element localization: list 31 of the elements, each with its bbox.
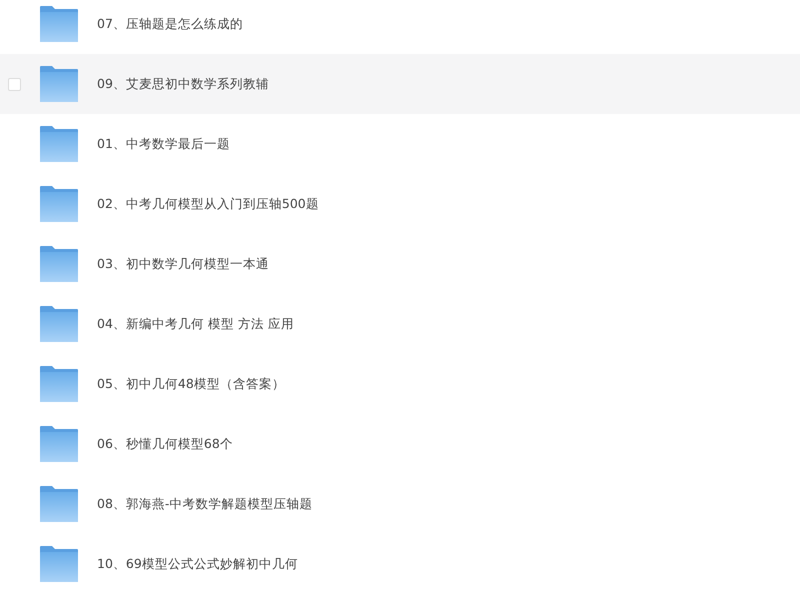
folder-name[interactable]: 05、初中几何48模型（含答案） <box>97 376 285 392</box>
folder-icon <box>40 66 78 102</box>
folder-icon <box>40 366 78 402</box>
folder-name[interactable]: 08、郭海燕-中考数学解题模型压轴题 <box>97 496 312 512</box>
folder-icon <box>40 186 78 222</box>
folder-icon <box>40 426 78 462</box>
folder-name[interactable]: 06、秒懂几何模型68个 <box>97 436 233 452</box>
folder-row[interactable]: 10、69模型公式公式妙解初中几何 <box>0 534 800 594</box>
folder-icon <box>40 246 78 282</box>
folder-row[interactable]: 09、艾麦思初中数学系列教辅 <box>0 54 800 114</box>
folder-icon <box>40 306 78 342</box>
folder-name[interactable]: 10、69模型公式公式妙解初中几何 <box>97 556 298 572</box>
folder-icon <box>40 126 78 162</box>
folder-name[interactable]: 01、中考数学最后一题 <box>97 136 230 152</box>
folder-row[interactable]: 08、郭海燕-中考数学解题模型压轴题 <box>0 474 800 534</box>
folder-row[interactable]: 05、初中几何48模型（含答案） <box>0 354 800 414</box>
folder-row[interactable]: 01、中考数学最后一题 <box>0 114 800 174</box>
folder-name[interactable]: 04、新编中考几何 模型 方法 应用 <box>97 316 294 332</box>
folder-name[interactable]: 02、中考几何模型从入门到压轴500题 <box>97 196 319 212</box>
folder-row[interactable]: 06、秒懂几何模型68个 <box>0 414 800 474</box>
folder-icon <box>40 546 78 582</box>
folder-name[interactable]: 03、初中数学几何模型一本通 <box>97 256 269 272</box>
folder-name[interactable]: 09、艾麦思初中数学系列教辅 <box>97 76 269 92</box>
folder-row[interactable]: 04、新编中考几何 模型 方法 应用 <box>0 294 800 354</box>
folder-row[interactable]: 07、压轴题是怎么练成的 <box>0 0 800 54</box>
folder-icon <box>40 6 78 42</box>
folder-name[interactable]: 07、压轴题是怎么练成的 <box>97 16 243 32</box>
folder-icon <box>40 486 78 522</box>
folder-row[interactable]: 02、中考几何模型从入门到压轴500题 <box>0 174 800 234</box>
folder-row[interactable]: 03、初中数学几何模型一本通 <box>0 234 800 294</box>
checkbox[interactable] <box>8 78 21 90</box>
